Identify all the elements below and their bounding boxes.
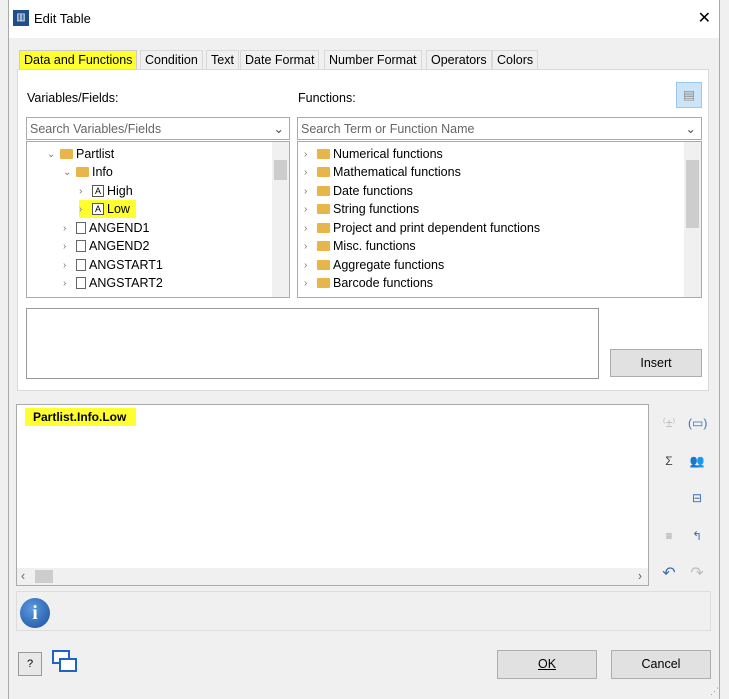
app-icon: ▥: [13, 10, 29, 26]
function-category[interactable]: › Aggregate functions: [304, 256, 444, 274]
chevron-down-icon: ⌄: [685, 122, 696, 136]
field-brackets-icon[interactable]: (▭): [688, 414, 707, 432]
variables-label: Variables/Fields:: [27, 91, 119, 105]
functions-label: Functions:: [298, 91, 356, 105]
cancel-button[interactable]: Cancel: [611, 650, 711, 679]
document-icon: [76, 240, 86, 252]
folder-icon: [317, 186, 330, 196]
tab-data-and-functions[interactable]: Data and Functions: [19, 50, 138, 70]
expression-text: Partlist.Info.Low: [25, 408, 137, 426]
help-button[interactable]: ?: [18, 652, 42, 676]
folder-icon: [317, 149, 330, 159]
title-bar: ▥ Edit Table ✕: [8, 0, 720, 38]
functions-search-input[interactable]: Search Term or Function Name ⌄: [297, 117, 702, 140]
tree-item-angstart2[interactable]: › ANGSTART2: [63, 274, 163, 292]
folder-icon: [317, 204, 330, 214]
chevron-down-icon: ⌄: [273, 122, 284, 136]
description-box: [26, 308, 599, 379]
tree-item-angend1[interactable]: › ANGEND1: [63, 219, 149, 237]
tab-colors[interactable]: Colors: [492, 50, 539, 70]
tab-number-format[interactable]: Number Format: [324, 50, 422, 70]
sum-icon[interactable]: Σ: [660, 452, 678, 470]
redo-icon[interactable]: ↷: [688, 565, 706, 583]
tab-date-format[interactable]: Date Format: [240, 50, 320, 70]
windows-icon[interactable]: [52, 650, 78, 676]
close-icon[interactable]: ✕: [698, 8, 711, 28]
function-category[interactable]: › String functions: [304, 200, 419, 218]
folder-icon: [317, 223, 330, 233]
document-icon: [76, 277, 86, 289]
outdent-icon[interactable]: ↰: [688, 527, 706, 545]
functions-tree[interactable]: › Numerical functions › Mathematical funct…: [297, 141, 702, 298]
indent-icon[interactable]: ≡: [660, 527, 678, 545]
folder-icon: [317, 241, 330, 251]
document-icon: [76, 222, 86, 234]
layout-toggle-button[interactable]: ▤: [676, 82, 702, 108]
tree-item-info[interactable]: ⌄ Info: [63, 163, 113, 181]
folder-icon: [60, 149, 73, 159]
variables-scrollbar[interactable]: [272, 142, 289, 297]
function-category[interactable]: › Mathematical functions: [304, 163, 461, 181]
window-title: Edit Table: [34, 11, 91, 26]
tab-condition[interactable]: Condition: [140, 50, 203, 70]
function-category[interactable]: › Date functions: [304, 182, 413, 200]
folder-icon: [76, 167, 89, 177]
folder-icon: [317, 260, 330, 270]
variables-search-input[interactable]: Search Variables/Fields ⌄: [26, 117, 290, 140]
brackets-icon[interactable]: ⁽±⁾: [660, 414, 678, 432]
tree-item-low[interactable]: › A Low: [79, 200, 136, 218]
undo-icon[interactable]: ↶: [660, 565, 678, 583]
expression-editor[interactable]: Partlist.Info.Low ‹ ›: [16, 404, 649, 586]
tab-text[interactable]: Text: [206, 50, 239, 70]
users-icon[interactable]: 👥: [688, 452, 706, 470]
info-area: [16, 591, 711, 631]
horizontal-scrollbar[interactable]: ‹ ›: [17, 568, 648, 585]
text-field-icon: A: [92, 185, 104, 197]
variables-tree[interactable]: ⌄ Partlist ⌄ Info › A High › A Low › ANGEND1 › A…: [26, 141, 290, 298]
tree-item-angend2[interactable]: › ANGEND2: [63, 237, 149, 255]
text-field-icon: A: [92, 203, 104, 215]
functions-scrollbar[interactable]: [684, 142, 701, 297]
function-category[interactable]: › Misc. functions: [304, 237, 416, 255]
document-icon: [76, 259, 86, 271]
folder-icon: [317, 167, 330, 177]
tree-item-high[interactable]: › A High: [79, 182, 133, 200]
resize-grip[interactable]: ⋰: [710, 686, 719, 697]
ok-button[interactable]: OK: [497, 650, 597, 679]
function-category[interactable]: › Barcode functions: [304, 274, 433, 292]
folder-icon: [317, 278, 330, 288]
format-icon[interactable]: ⊟: [688, 489, 706, 507]
function-category[interactable]: › Numerical functions: [304, 145, 443, 163]
info-icon: i: [20, 598, 50, 628]
tree-item-partlist[interactable]: ⌄ Partlist: [47, 145, 114, 163]
function-category[interactable]: › Project and print dependent functions: [304, 219, 540, 237]
insert-button[interactable]: Insert: [610, 349, 702, 377]
tree-item-angstart1[interactable]: › ANGSTART1: [63, 256, 163, 274]
tab-operators[interactable]: Operators: [426, 50, 492, 70]
